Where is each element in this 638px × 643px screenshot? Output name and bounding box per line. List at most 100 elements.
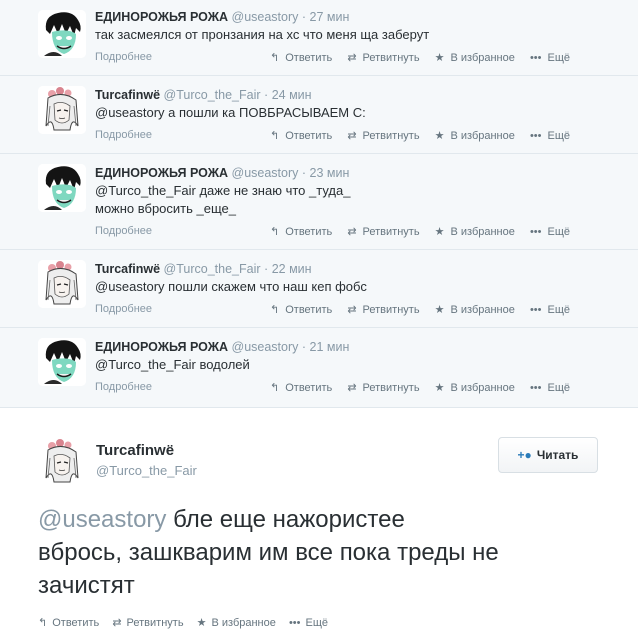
follow-button[interactable]: +● Читать: [498, 437, 598, 473]
tweet-header: Turcafinwë @Turco_the_Fair · 24 мин: [95, 87, 312, 103]
timestamp[interactable]: 23 мин: [310, 166, 350, 180]
reply-icon: ↰: [270, 304, 280, 316]
more-dots-icon: •••: [529, 382, 542, 394]
separator: ·: [301, 10, 307, 24]
author-handle[interactable]: @useastory: [232, 10, 299, 24]
author-name[interactable]: ЕДИНОРОЖЬЯ РОЖА: [95, 340, 228, 354]
star-icon: ★: [196, 617, 207, 629]
tweet-actions: ↰ Ответить ⇄ Ретвитнуть ★ В избранное ••• Ещ…: [270, 51, 582, 64]
reply-icon: ↰: [270, 52, 280, 64]
tweet-text-line: вбрось, зашкварим им все пока треды не: [38, 539, 499, 566]
retweet-icon: ⇄: [347, 226, 357, 238]
author-handle[interactable]: @Turco_the_Fair: [164, 262, 261, 276]
expanded-tweet: Turcafinwë @Turco_the_Fair +● Читать @use…: [0, 408, 638, 643]
reply-button[interactable]: ↰ Ответить: [270, 129, 332, 142]
mention-link[interactable]: @useastory: [38, 506, 166, 533]
avatar[interactable]: [38, 260, 86, 308]
favorite-button[interactable]: ★ В избранное: [435, 129, 515, 142]
author-handle[interactable]: @Turco_the_Fair: [96, 463, 197, 478]
separator: ·: [301, 166, 307, 180]
tweet-actions: ↰ Ответить ⇄ Ретвитнуть ★ В избранное ••• Ещ…: [38, 616, 338, 629]
separator: ·: [264, 262, 269, 276]
author-handle[interactable]: @Turco_the_Fair: [164, 88, 261, 102]
more-button[interactable]: ••• Ещё: [530, 304, 570, 316]
tweet-text-line: @Turco_the_Fair водолей: [95, 357, 250, 372]
avatar[interactable]: [38, 438, 86, 486]
avatar[interactable]: [38, 338, 86, 386]
tweet-item[interactable]: Turcafinwë @Turco_the_Fair · 24 мин @use…: [0, 76, 638, 154]
details-link[interactable]: Подробнее: [95, 303, 152, 315]
tweet-item[interactable]: ЕДИНОРОЖЬЯ РОЖА @useastory · 21 мин @Tur…: [0, 328, 638, 408]
author-name[interactable]: Turcafinwë: [96, 442, 174, 459]
reply-button[interactable]: ↰ Ответить: [270, 225, 332, 238]
star-icon: ★: [434, 382, 445, 394]
more-dots-icon: •••: [529, 130, 542, 142]
tweet-header: ЕДИНОРОЖЬЯ РОЖА @useastory · 21 мин: [95, 339, 349, 355]
tweet-text: @Turco_the_Fair даже не знаю что _туда_ …: [95, 182, 595, 218]
more-dots-icon: •••: [529, 52, 542, 64]
reply-button[interactable]: ↰ Ответить: [270, 303, 332, 316]
favorite-button[interactable]: ★ В избранное: [435, 303, 515, 316]
favorite-button[interactable]: ★ В избранное: [197, 616, 276, 629]
timestamp[interactable]: 27 мин: [310, 10, 350, 24]
tweet-text-line: @useastory бле еще нажористее: [38, 506, 405, 533]
tweet-text-line: зачистят: [38, 572, 135, 599]
author-name[interactable]: Turcafinwë: [95, 88, 160, 102]
details-link[interactable]: Подробнее: [95, 129, 152, 141]
more-button[interactable]: ••• Ещё: [289, 617, 328, 629]
more-button[interactable]: ••• Ещё: [530, 382, 570, 394]
reply-button[interactable]: ↰ Ответить: [270, 51, 332, 64]
reply-icon: ↰: [270, 382, 280, 394]
retweet-icon: ⇄: [347, 304, 357, 316]
more-button[interactable]: ••• Ещё: [530, 226, 570, 238]
tweet-text: @useastory бле еще нажористее вбрось, за…: [38, 503, 598, 602]
avatar[interactable]: [38, 86, 86, 134]
details-link[interactable]: Подробнее: [95, 225, 152, 237]
details-link[interactable]: Подробнее: [95, 381, 152, 393]
avatar[interactable]: [38, 10, 86, 58]
reply-icon: ↰: [270, 226, 280, 238]
more-dots-icon: •••: [529, 304, 542, 316]
author-name[interactable]: ЕДИНОРОЖЬЯ РОЖА: [95, 10, 228, 24]
retweet-icon: ⇄: [112, 617, 122, 629]
author-handle[interactable]: @useastory: [232, 340, 299, 354]
tweet-item[interactable]: Turcafinwë @Turco_the_Fair · 22 мин @use…: [0, 250, 638, 328]
author-name[interactable]: ЕДИНОРОЖЬЯ РОЖА: [95, 166, 228, 180]
retweet-button[interactable]: ⇄ Ретвитнуть: [347, 129, 419, 142]
favorite-button[interactable]: ★ В избранное: [435, 381, 515, 394]
timestamp[interactable]: 21 мин: [310, 340, 350, 354]
retweet-icon: ⇄: [347, 52, 357, 64]
timestamp[interactable]: 22 мин: [272, 262, 312, 276]
more-dots-icon: •••: [288, 617, 301, 629]
follow-label: Читать: [536, 448, 579, 462]
more-button[interactable]: ••• Ещё: [530, 130, 570, 142]
retweet-button[interactable]: ⇄ Ретвитнуть: [347, 381, 419, 394]
avatar[interactable]: [38, 164, 86, 212]
tweet-text-line: можно вбросить _еще_: [95, 201, 236, 216]
reply-icon: ↰: [270, 130, 280, 142]
tweet-item[interactable]: ЕДИНОРОЖЬЯ РОЖА @useastory · 23 мин @Tur…: [0, 154, 638, 250]
tweet-text: @Turco_the_Fair водолей: [95, 356, 595, 374]
tweet-text: @useastory пошли скажем что наш кеп фобс: [95, 278, 595, 296]
favorite-button[interactable]: ★ В избранное: [435, 225, 515, 238]
retweet-button[interactable]: ⇄ Ретвитнуть: [347, 51, 419, 64]
star-icon: ★: [434, 304, 445, 316]
star-icon: ★: [434, 130, 445, 142]
retweet-button[interactable]: ⇄ Ретвитнуть: [347, 303, 419, 316]
tweet-text-line: @useastory а пошли ка ПОВБРАСЫВАЕМ С:: [95, 105, 366, 120]
author-name[interactable]: Turcafinwë: [95, 262, 160, 276]
details-link[interactable]: Подробнее: [95, 51, 152, 63]
tweet-item[interactable]: ЕДИНОРОЖЬЯ РОЖА @useastory · 27 мин так …: [0, 0, 638, 76]
tweet-text: @useastory а пошли ка ПОВБРАСЫВАЕМ С:: [95, 104, 595, 122]
more-button[interactable]: ••• Ещё: [530, 52, 570, 64]
favorite-button[interactable]: ★ В избранное: [435, 51, 515, 64]
author-handle[interactable]: @useastory: [232, 166, 299, 180]
tweet-header: Turcafinwë @Turco_the_Fair · 22 мин: [95, 261, 312, 277]
separator: ·: [264, 88, 269, 102]
retweet-button[interactable]: ⇄ Ретвитнуть: [347, 225, 419, 238]
add-user-icon: +●: [517, 448, 532, 462]
timestamp[interactable]: 24 мин: [272, 88, 312, 102]
reply-button[interactable]: ↰ Ответить: [270, 381, 332, 394]
retweet-button[interactable]: ⇄ Ретвитнуть: [112, 616, 183, 629]
reply-button[interactable]: ↰ Ответить: [38, 616, 99, 629]
